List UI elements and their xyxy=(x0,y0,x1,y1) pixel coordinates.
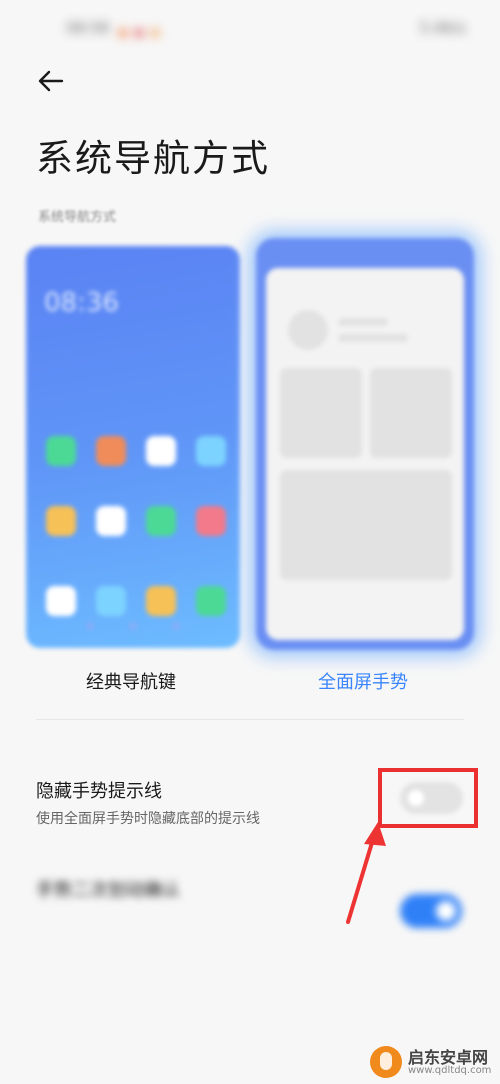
nav-key-dot xyxy=(129,622,137,630)
swipe-confirm-toggle[interactable] xyxy=(400,894,462,928)
section-label: 系统导航方式 xyxy=(38,210,117,225)
preview-avatar xyxy=(288,310,328,350)
gesture-nav-label[interactable]: 全面屏手势 xyxy=(318,668,408,694)
preview-card xyxy=(280,368,362,458)
preview-text-line xyxy=(338,318,388,326)
preview-app-icon xyxy=(196,586,226,616)
preview-text-line xyxy=(338,334,408,342)
swipe-confirm-title: 手势二次划动确认 xyxy=(36,880,180,901)
watermark-logo-icon xyxy=(370,1046,402,1078)
nav-key-dot xyxy=(86,622,94,630)
preview-app-icon xyxy=(46,506,76,536)
toggle-knob xyxy=(436,901,456,921)
preview-card xyxy=(280,470,452,580)
back-arrow-icon[interactable] xyxy=(36,66,66,96)
divider xyxy=(36,719,464,720)
preview-app-icon xyxy=(196,436,226,466)
status-time: 08:58 xyxy=(66,19,110,37)
nav-key-dot xyxy=(172,622,180,630)
page-title: 系统导航方式 xyxy=(36,137,270,180)
preview-card xyxy=(370,368,452,458)
preview-app-icon xyxy=(146,436,176,466)
preview-app-icon xyxy=(96,586,126,616)
preview-app-icon xyxy=(46,436,76,466)
swipe-confirm-setting: 手势二次划动确认 xyxy=(36,872,476,962)
preview-app-icon xyxy=(96,506,126,536)
watermark-url: www.qdltdq.com xyxy=(408,1065,492,1076)
hide-gesture-line-title: 隐藏手势提示线 xyxy=(36,781,162,802)
classic-nav-preview[interactable]: 08:36 xyxy=(26,246,240,648)
status-network-speed: 5.0K/s xyxy=(419,19,466,37)
navigation-preview-area: 08:36 xyxy=(20,236,480,656)
status-bar: 08:58 5.0K/s xyxy=(0,0,500,60)
gesture-preview-screen xyxy=(266,268,464,640)
hide-gesture-line-description: 使用全面屏手势时隐藏底部的提示线 xyxy=(36,811,260,827)
notification-icons xyxy=(118,23,166,42)
classic-nav-label[interactable]: 经典导航键 xyxy=(86,668,176,694)
watermark: 启东安卓网 www.qdltdq.com xyxy=(370,1044,496,1082)
preview-app-icon xyxy=(146,586,176,616)
preview-clock: 08:36 xyxy=(44,288,119,318)
gesture-nav-preview[interactable] xyxy=(256,238,474,650)
preview-app-icon xyxy=(96,436,126,466)
preview-app-icon xyxy=(146,506,176,536)
preview-app-icon xyxy=(46,586,76,616)
preview-app-icon xyxy=(196,506,226,536)
